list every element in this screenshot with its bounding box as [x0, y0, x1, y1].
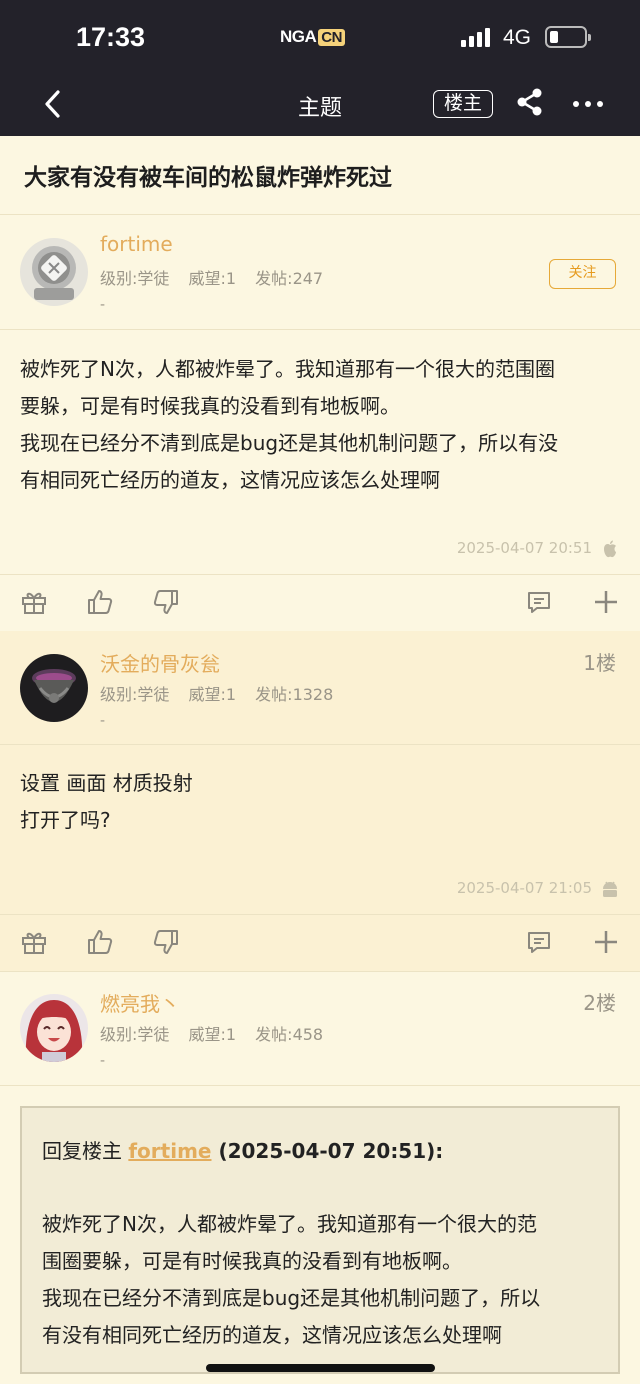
avatar[interactable]	[20, 654, 88, 722]
username[interactable]: fortime	[100, 232, 173, 256]
nav-bar: 主题 楼主	[0, 74, 640, 136]
nga-logo: NGA CN	[280, 26, 345, 48]
post-line: 打开了吗?	[20, 808, 111, 832]
signal-icon	[461, 27, 490, 47]
quote-block: 回复楼主 fortime (2025-04-07 20:51): 被炸死了N次，…	[20, 1106, 620, 1374]
gift-icon[interactable]	[20, 588, 48, 616]
quote-line: 我现在已经分不清到底是bug还是其他机制问题了，所以	[42, 1286, 541, 1310]
floor-number: 1楼	[583, 651, 616, 675]
user-signature: -	[100, 297, 106, 313]
quote-header: 回复楼主 fortime (2025-04-07 20:51):	[42, 1135, 443, 1164]
home-indicator	[206, 1364, 435, 1372]
quote-line: 被炸死了N次，人都被炸晕了。我知道那有一个很大的范	[42, 1212, 537, 1236]
owner-only-button[interactable]: 楼主	[433, 90, 493, 118]
network-type: 4G	[503, 26, 532, 49]
logo-badge: CN	[318, 28, 345, 46]
post-line: 被炸死了N次，人都被炸晕了。我知道那有一个很大的范围圈	[20, 357, 555, 381]
post-actions	[0, 915, 640, 969]
comment-icon[interactable]	[525, 928, 553, 956]
post-line: 设置 画面 材质投射	[20, 771, 193, 795]
post-content: 被炸死了N次，人都被炸晕了。我知道那有一个很大的范围圈 要躲，可是有时候我真的没…	[20, 351, 624, 499]
thumbs-down-icon[interactable]	[152, 588, 180, 616]
username[interactable]: 沃金的骨灰瓮	[100, 648, 220, 677]
divider	[0, 744, 640, 745]
user-prestige: 威望:1	[188, 269, 237, 288]
divider	[0, 329, 640, 330]
thumbs-up-icon[interactable]	[86, 928, 114, 956]
post-line: 有相同死亡经历的道友，这情况应该怎么处理啊	[20, 468, 440, 492]
post-timestamp: 2025-04-07 20:51	[456, 539, 592, 557]
thumbs-up-icon[interactable]	[86, 588, 114, 616]
quote-author-link[interactable]: fortime	[128, 1139, 211, 1163]
username[interactable]: 燃亮我丶	[100, 988, 180, 1017]
post-timestamp: 2025-04-07 21:05	[456, 879, 592, 897]
user-level: 级别:学徒	[100, 685, 170, 704]
more-icon[interactable]	[572, 88, 604, 120]
add-icon[interactable]	[592, 588, 620, 616]
add-icon[interactable]	[592, 928, 620, 956]
quote-prefix: 回复楼主	[42, 1139, 129, 1163]
quote-content: 被炸死了N次，人都被炸晕了。我知道那有一个很大的范 围圈要躲，可是有时候我真的没…	[42, 1206, 604, 1354]
post-actions	[0, 575, 640, 629]
logo-text: NGA	[280, 27, 317, 46]
quote-line: 围圈要躲，可是有时候我真的没看到有地板啊。	[42, 1249, 462, 1273]
user-prestige: 威望:1	[188, 685, 237, 704]
status-bar: 17:33 NGA CN 4G	[0, 0, 640, 74]
comment-icon[interactable]	[525, 588, 553, 616]
user-post-count: 发帖:1328	[255, 685, 334, 704]
user-info: 级别:学徒 威望:1 发帖:458	[100, 1021, 337, 1045]
android-icon	[600, 879, 620, 899]
thread-title: 大家有没有被车间的松鼠炸弹炸死过	[24, 165, 392, 191]
post-line: 我现在已经分不清到底是bug还是其他机制问题了，所以有没	[20, 431, 559, 455]
floor-number: 2楼	[583, 991, 616, 1015]
post-op: fortime 级别:学徒 威望:1 发帖:247 - 关注 被炸死了N次，人都…	[0, 215, 640, 630]
post-line: 要躲，可是有时候我真的没看到有地板啊。	[20, 394, 400, 418]
avatar[interactable]	[20, 994, 88, 1062]
gift-icon[interactable]	[20, 928, 48, 956]
user-signature: -	[100, 1053, 106, 1069]
user-info: 级别:学徒 威望:1 发帖:1328	[100, 681, 347, 705]
apple-icon	[600, 539, 620, 559]
avatar[interactable]	[20, 238, 88, 306]
quote-line: 有没有相同死亡经历的道友，这情况应该怎么处理啊	[42, 1323, 502, 1347]
user-post-count: 发帖:247	[255, 269, 324, 288]
post-reply-1: 沃金的骨灰瓮 1楼 级别:学徒 威望:1 发帖:1328 - 设置 画面 材质投…	[0, 631, 640, 971]
thumbs-down-icon[interactable]	[152, 928, 180, 956]
quote-date: (2025-04-07 20:51):	[211, 1139, 444, 1163]
share-icon[interactable]	[514, 86, 546, 118]
post-content: 设置 画面 材质投射 打开了吗?	[20, 765, 624, 839]
user-signature: -	[100, 713, 106, 729]
follow-button[interactable]: 关注	[549, 259, 616, 289]
divider	[0, 1085, 640, 1086]
user-post-count: 发帖:458	[255, 1025, 324, 1044]
user-level: 级别:学徒	[100, 269, 170, 288]
battery-icon	[545, 26, 591, 48]
user-level: 级别:学徒	[100, 1025, 170, 1044]
user-info: 级别:学徒 威望:1 发帖:247	[100, 265, 337, 289]
status-time: 17:33	[76, 22, 146, 52]
user-prestige: 威望:1	[188, 1025, 237, 1044]
